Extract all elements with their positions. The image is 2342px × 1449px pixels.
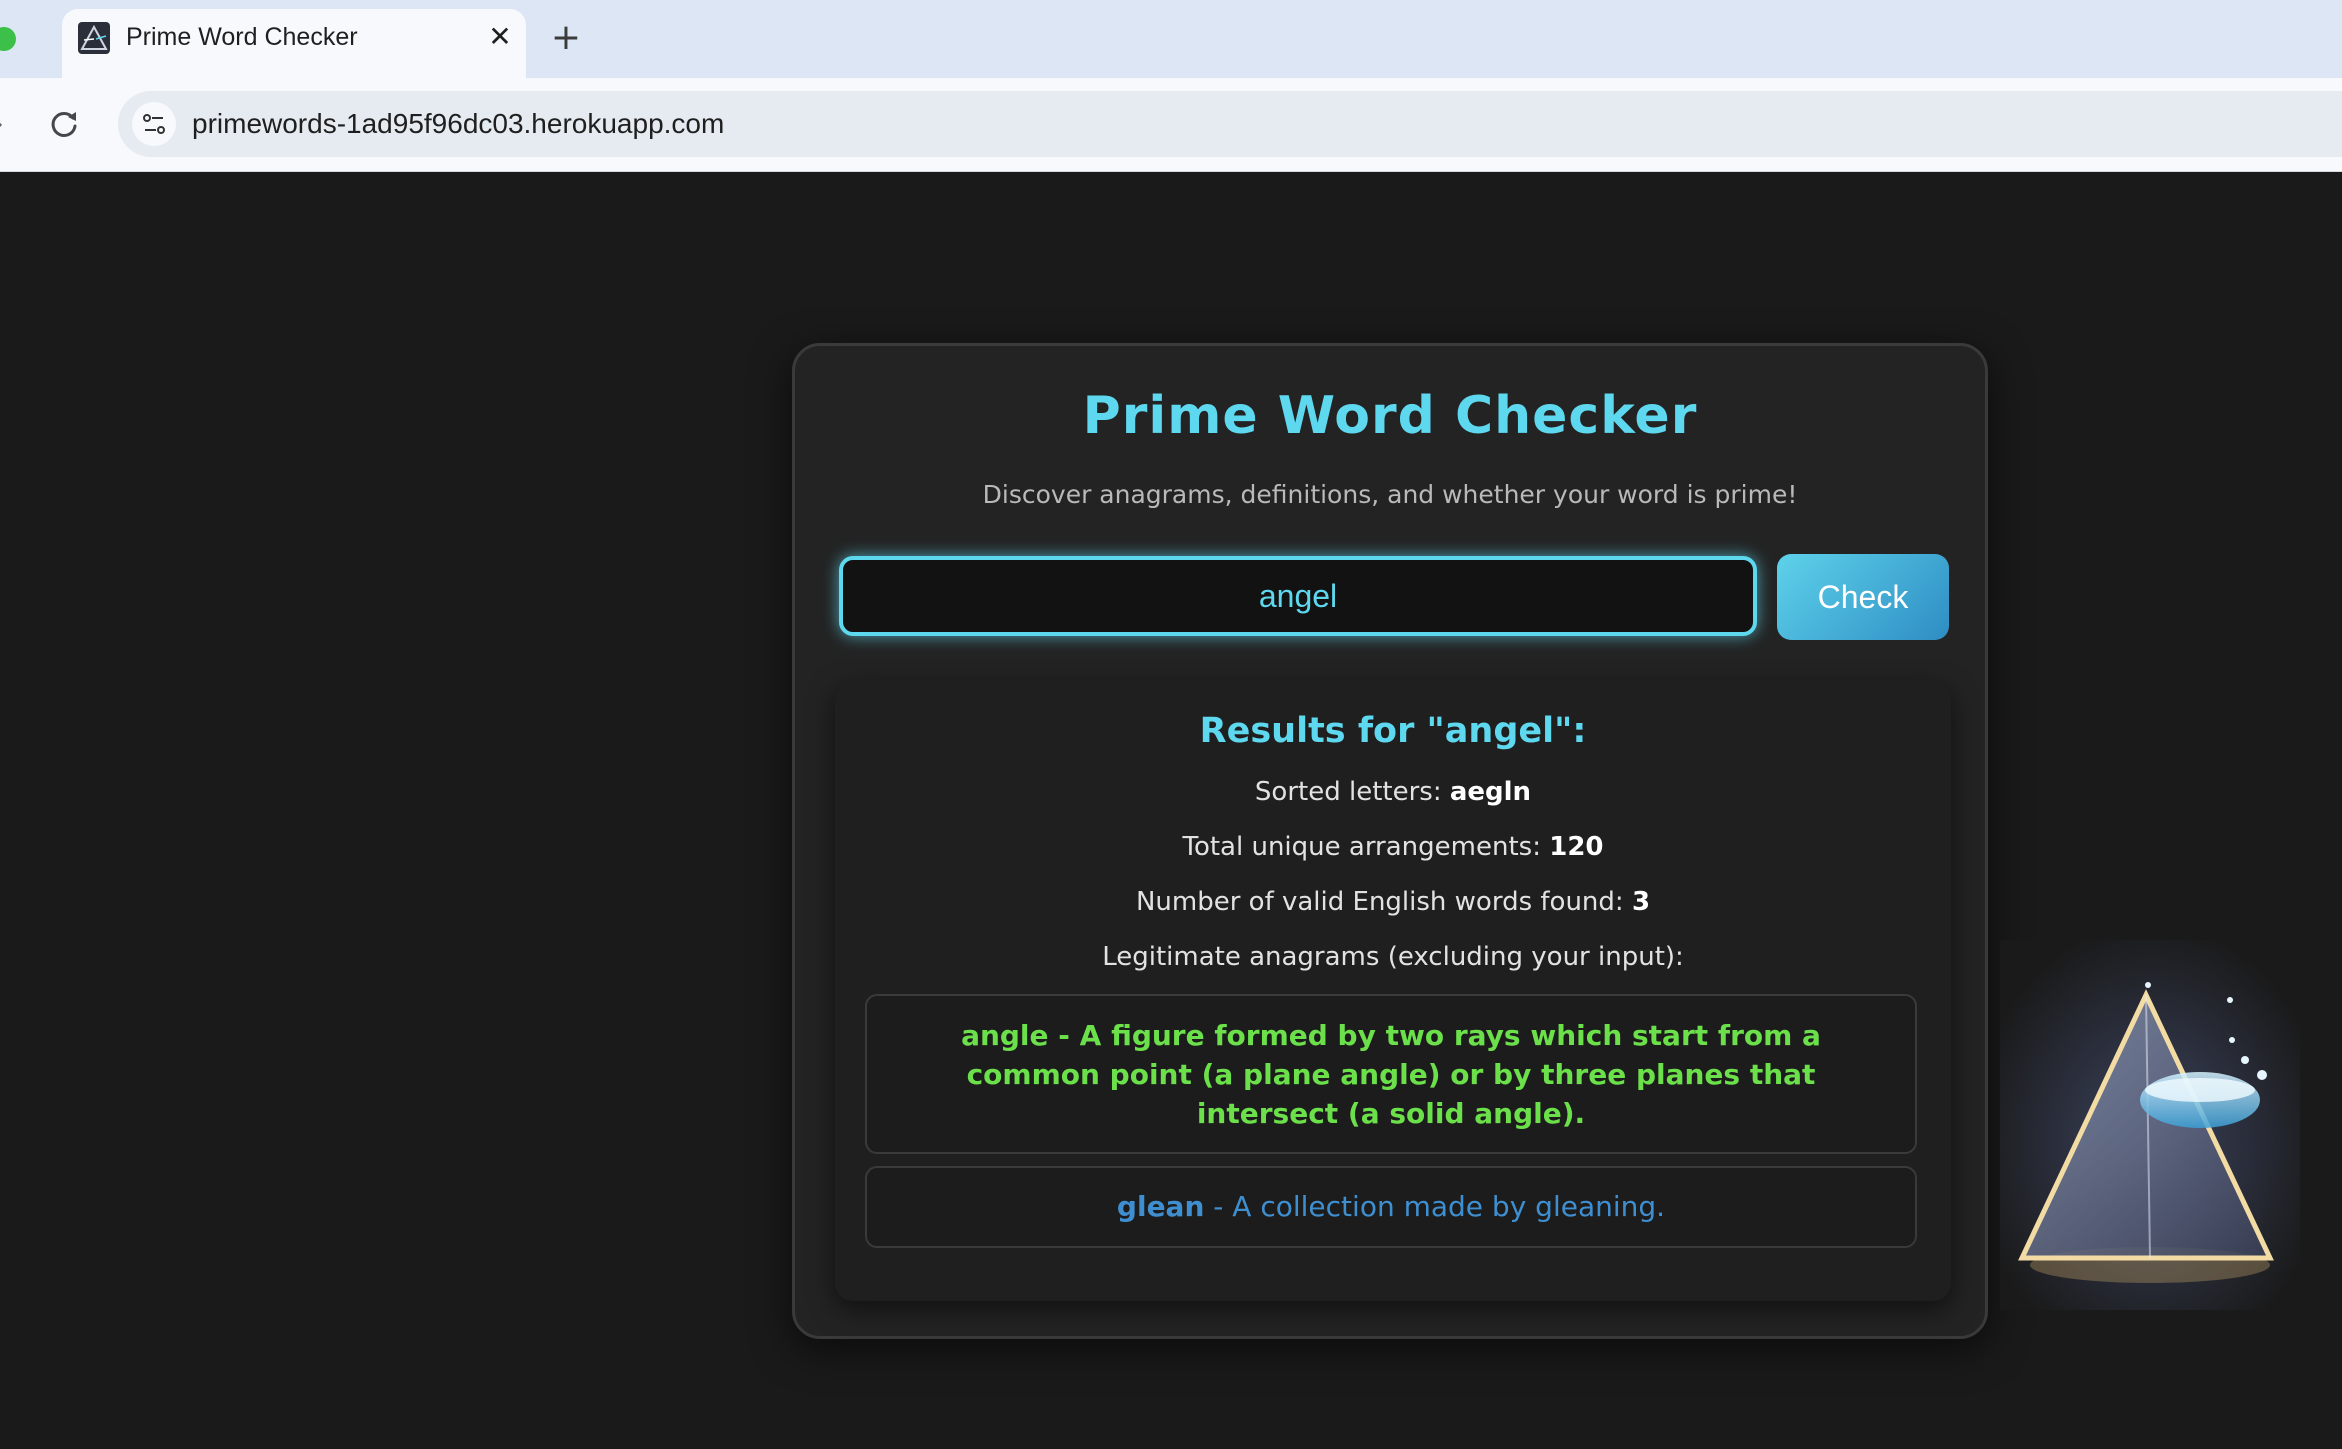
browser-toolbar: › primewords-1ad95f96dc03.herokuapp.com [0,78,2342,172]
checker-card: Prime Word Checker Discover anagrams, de… [792,343,1988,1339]
sorted-letters-value: aegln [1449,777,1532,807]
page-title: Prime Word Checker [1082,386,1698,446]
results-heading: Results for "angel": [1199,711,1587,751]
sorted-letters-label: Sorted letters: [1254,777,1442,807]
valid-words-value: 3 [1631,887,1651,917]
results-panel: Results for "angel": Sorted letters: aeg… [835,681,1951,1301]
browser-tabstrip: Prime Word Checker ✕ + [0,0,2342,78]
anagram-item: angle - A figure formed by two rays whic… [865,994,1917,1154]
tab-close-icon[interactable]: ✕ [480,17,520,57]
check-button[interactable]: Check [1777,554,1949,640]
reload-icon[interactable] [44,104,84,144]
prism-image [2000,940,2300,1310]
anagram-word: angle [961,1019,1049,1052]
new-tab-button[interactable]: + [544,16,588,60]
anagram-item: glean - A collection made by gleaning. [865,1166,1917,1248]
valid-words-row: Number of valid English words found: 3 [835,887,1951,917]
anagram-word: glean [1116,1190,1205,1223]
browser-tab[interactable]: Prime Word Checker ✕ [62,9,526,78]
sorted-letters-row: Sorted letters: aegln [835,777,1951,807]
window-maximize-button[interactable] [0,27,16,51]
url-text[interactable]: primewords-1ad95f96dc03.herokuapp.com [192,108,724,140]
legit-anagrams-label: Legitimate anagrams (excluding your inpu… [1102,942,1684,972]
page-subtitle: Discover anagrams, definitions, and whet… [982,480,1798,509]
valid-words-label: Number of valid English words found: [1135,887,1624,917]
total-arrangements-value: 120 [1549,832,1604,862]
total-arrangements-row: Total unique arrangements: 120 [835,832,1951,862]
address-bar[interactable]: primewords-1ad95f96dc03.herokuapp.com [118,91,2342,157]
site-settings-icon[interactable] [132,102,176,146]
total-arrangements-label: Total unique arrangements: [1182,832,1541,862]
tab-title: Prime Word Checker [126,23,358,51]
prism-favicon-icon [78,22,110,54]
anagram-definition: A collection made by gleaning. [1232,1190,1666,1223]
anagram-definition: A figure formed by two rays which start … [966,1019,1821,1130]
back-arrow-icon[interactable]: › [0,110,4,138]
word-input[interactable] [839,556,1757,636]
